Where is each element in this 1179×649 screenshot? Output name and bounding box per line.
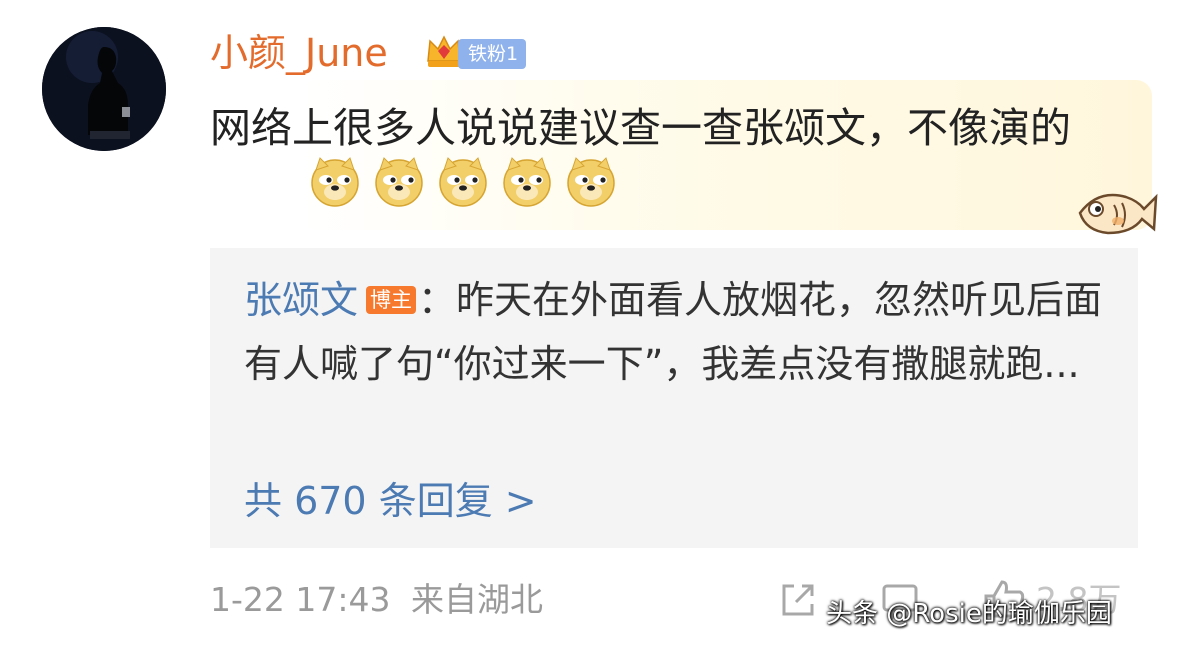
comment-username[interactable]: 小颜_June xyxy=(210,28,388,78)
quoted-post-body: 张颂文 博主 ：昨天在外面看人放烟花，忽然听见后面有人喊了句“你过来一下”，我差点没… xyxy=(244,268,1114,396)
quoted-post-author[interactable]: 张颂文 xyxy=(244,278,358,322)
blogger-badge: 博主 xyxy=(366,286,417,314)
quoted-post[interactable]: 张颂文 博主 ：昨天在外面看人放烟花，忽然听见后面有人喊了句“你过来一下”，我差点没… xyxy=(210,248,1138,548)
share-icon[interactable] xyxy=(778,580,818,620)
watermark: 头条 @Rosie的瑜伽乐园 xyxy=(826,599,1112,629)
comment-location: 来自湖北 xyxy=(411,580,543,619)
avatar[interactable] xyxy=(42,27,166,151)
avatar-photo xyxy=(42,27,166,151)
doge-emoji-icon xyxy=(503,157,551,207)
doge-emoji-icon xyxy=(439,157,487,207)
comment-timestamp: 1-22 17:43 xyxy=(210,580,391,619)
doge-emoji-icon xyxy=(311,157,359,207)
doge-emoji-icon xyxy=(375,157,423,207)
emoji-row xyxy=(308,154,618,214)
comment-text: 网络上很多人说说建议查一查张颂文，不像演的 xyxy=(210,104,1071,152)
fan-level-badge: 铁粉1 xyxy=(458,39,527,69)
doge-emoji-icon xyxy=(567,157,615,207)
comment-meta: 1-22 17:43 来自湖北 xyxy=(210,578,553,622)
fish-decoration-icon xyxy=(1078,193,1158,235)
view-replies-link[interactable]: 共 670 条回复 > xyxy=(244,476,537,526)
